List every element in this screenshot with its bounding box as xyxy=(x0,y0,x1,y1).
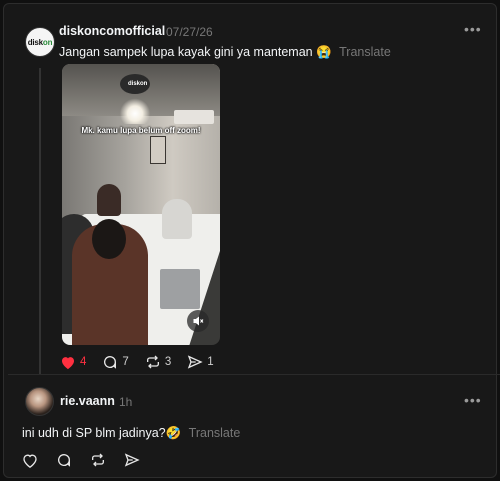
comment-button[interactable]: 7 xyxy=(102,354,129,370)
post-text: Jangan sampek lupa kayak gini ya mantema… xyxy=(59,45,332,59)
video-caption: Mk. kamu lupa belum off zoom! xyxy=(81,126,201,135)
lamp-bulbs xyxy=(120,98,150,124)
reply-translate-link[interactable]: Translate xyxy=(189,426,241,440)
reply-avatar[interactable] xyxy=(25,387,54,416)
share-icon xyxy=(124,453,140,467)
reply-actions xyxy=(22,452,156,468)
wall-frame xyxy=(150,136,166,164)
reply-repost-button[interactable] xyxy=(90,452,106,468)
video-brand-logo: diskon xyxy=(128,81,148,87)
repost-button[interactable]: 3 xyxy=(145,354,171,370)
person-figure xyxy=(162,199,192,239)
share-icon xyxy=(188,355,203,369)
more-options-icon[interactable]: ••• xyxy=(464,21,482,37)
reply-username[interactable]: rie.vaann xyxy=(60,394,115,408)
like-count: 4 xyxy=(80,356,87,368)
comment-icon xyxy=(104,356,117,369)
repost-icon xyxy=(146,355,159,369)
post-date: 07/27/26 xyxy=(166,25,213,39)
reply-share-button[interactable] xyxy=(124,452,140,468)
post-video[interactable]: diskon Mk. kamu lupa belum off zoom! xyxy=(62,64,220,345)
like-button[interactable]: 4 xyxy=(60,355,86,370)
post-text-row: Jangan sampek lupa kayak gini ya mantema… xyxy=(59,45,391,60)
comment-count: 7 xyxy=(122,356,129,368)
post-username[interactable]: diskoncomofficial xyxy=(59,24,165,38)
thread-line xyxy=(39,68,41,374)
person-figure xyxy=(97,184,121,216)
repost-icon xyxy=(92,453,104,467)
comment-icon xyxy=(58,454,71,467)
reply-text-row: ini udh di SP blm jadinya?🤣 Translate xyxy=(22,426,240,441)
laptop xyxy=(160,269,200,309)
author-avatar[interactable]: diskon xyxy=(25,27,55,57)
reply-time: 1h xyxy=(119,395,133,409)
reply-more-options-icon[interactable]: ••• xyxy=(464,392,482,408)
person-head xyxy=(92,219,126,259)
heart-icon xyxy=(23,453,37,468)
repost-count: 3 xyxy=(164,356,172,368)
reply-comment-button[interactable] xyxy=(56,452,72,468)
reply-like-button[interactable] xyxy=(22,453,38,468)
share-count: 1 xyxy=(207,356,214,368)
diskon-logo: diskon xyxy=(27,37,53,47)
reply-text: ini udh di SP blm jadinya?🤣 xyxy=(22,426,182,440)
share-button[interactable]: 1 xyxy=(187,354,214,370)
translate-link[interactable]: Translate xyxy=(339,45,391,59)
post-actions: 4 7 3 1 xyxy=(60,354,230,370)
air-conditioner xyxy=(174,110,214,124)
volume-mute-icon[interactable] xyxy=(187,310,209,332)
divider xyxy=(8,374,500,375)
heart-icon xyxy=(62,356,74,369)
thread-panel: diskon diskoncomofficial 07/27/26 ••• Ja… xyxy=(3,3,500,478)
